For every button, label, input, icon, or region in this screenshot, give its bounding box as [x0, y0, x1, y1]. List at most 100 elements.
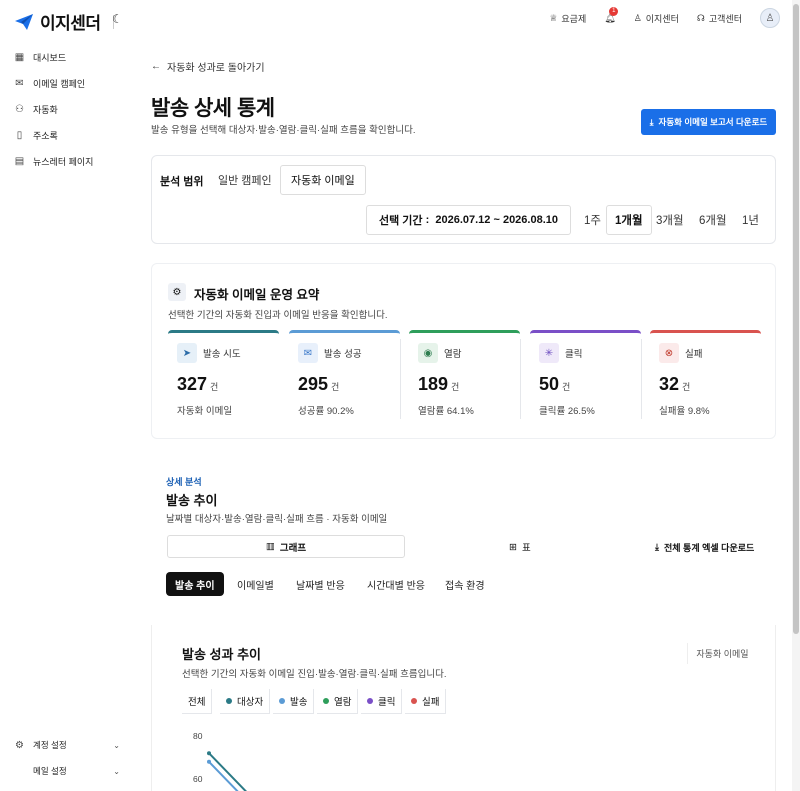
scope-label: 분석 범위 — [160, 176, 204, 188]
section-title: 발송 추이 — [166, 493, 218, 508]
metric-divider — [400, 339, 401, 419]
mail-icon: ✉ — [15, 78, 24, 89]
chip-send-trend[interactable]: 발송 추이 — [166, 572, 224, 596]
send-icon: ➤ — [177, 343, 197, 363]
metric-value: 295 — [298, 374, 329, 394]
support-link[interactable]: ☊ 고객센터 — [697, 12, 742, 25]
download-report-button[interactable]: ⤓ 자동화 이메일 보고서 다운로드 — [641, 109, 776, 135]
back-link[interactable]: ← 자동화 성과로 돌아가기 — [151, 59, 265, 74]
scope-card: 분석 범위 일반 캠페인 자동화 이메일 선택 기간 : 2026.07.12 … — [151, 155, 776, 244]
range-1year[interactable]: 1년 — [734, 205, 767, 235]
sidebar-item-automation[interactable]: ⚇ 자동화 — [14, 103, 58, 116]
chip-device[interactable]: 접속 환경 — [436, 572, 494, 596]
chip-by-date[interactable]: 날짜별 반응 — [287, 572, 354, 596]
range-1month[interactable]: 1개월 — [606, 205, 652, 235]
avatar[interactable]: ♙ — [760, 8, 780, 28]
metric-value: 327 — [177, 374, 208, 394]
click-icon: ✳ — [539, 343, 559, 363]
chip-by-hour[interactable]: 시간대별 반응 — [358, 572, 434, 596]
page-scrollbar[interactable] — [792, 0, 800, 791]
notification-button[interactable]: 🔔︎ 1 — [604, 6, 619, 24]
sidebar-item-email-campaign[interactable]: ✉ 이메일 캠페인 — [14, 77, 85, 90]
period-colon: : — [422, 214, 436, 226]
pricing-link[interactable]: ♕ 요금제 — [549, 12, 586, 25]
summary-subtitle: 선택한 기간의 자동화 진입과 이메일 반응을 확인합니다. — [168, 310, 388, 321]
logo[interactable]: 이지센더 — [14, 9, 114, 34]
metric-click: ✳ 클릭 50 건 클릭률 26.5% — [530, 330, 641, 440]
excel-download-label: 전체 통계 엑셀 다운로드 — [663, 543, 755, 553]
metric-divider — [520, 339, 521, 419]
range-3months[interactable]: 3개월 — [648, 205, 692, 235]
metric-open: ◉ 열람 189 건 열람률 64.1% — [409, 330, 520, 440]
summary-card: ⚙ 자동화 이메일 운영 요약 선택한 기간의 자동화 진입과 이메일 반응을 … — [151, 263, 776, 439]
metric-send-attempt: ➤ 발송 시도 327 건 자동화 이메일 — [168, 330, 279, 440]
ezcenter-link[interactable]: ♙ 이지센터 — [634, 12, 679, 25]
eye-icon: ◉ — [418, 343, 438, 363]
metric-fail: ⊗ 실패 32 건 실패율 9.8% — [650, 330, 761, 440]
period-label: 선택 기간 — [378, 215, 423, 227]
logo-text: 이지센더 — [40, 14, 101, 33]
metric-label: 실패 — [685, 349, 703, 360]
metric-note: 성공률 90.2% — [298, 406, 354, 417]
metric-label: 열람 — [444, 349, 462, 360]
crown-icon: ♕ — [549, 12, 558, 23]
section-label: 상세 분석 — [166, 477, 202, 487]
detail-section: 상세 분석 발송 추이 날짜별 대상자·발송·열람·클릭·실패 흐름 · 자동화… — [151, 462, 776, 602]
sidebar-item-address-book[interactable]: ▯ 주소록 — [14, 129, 58, 142]
metric-note: 클릭률 26.5% — [539, 406, 595, 417]
sidebar-item-label: 이메일 캠페인 — [33, 79, 86, 89]
sidebar-item-newsletter[interactable]: ▤ 뉴스레터 페이지 — [14, 155, 94, 168]
sidebar-account-settings[interactable]: ⚙ 계정 설정 ⌄ — [14, 739, 120, 751]
view-table-button[interactable]: ⊞ 표 — [509, 540, 531, 555]
user-icon: ♙ — [633, 12, 642, 23]
metric-note: 자동화 이메일 — [177, 406, 233, 417]
chip-by-email[interactable]: 이메일별 — [228, 572, 283, 596]
data-point-대상자 — [207, 751, 211, 756]
metric-label: 발송 시도 — [203, 349, 241, 360]
robot-icon: ⚙ — [168, 283, 186, 301]
newsletter-icon: ▤ — [14, 156, 25, 167]
sidebar-item-label: 주소록 — [33, 131, 58, 141]
dashboard-icon: ▦ — [14, 52, 25, 63]
period-selector[interactable]: 선택 기간 : 2026.07.12 ~ 2026.08.10 — [366, 205, 571, 235]
metric-unit: 건 — [331, 382, 340, 392]
metric-value: 50 — [539, 374, 560, 394]
mail-icon: ✉ — [298, 343, 318, 363]
fail-icon: ⊗ — [659, 343, 679, 363]
dark-mode-icon[interactable]: ☾ — [112, 12, 123, 26]
tab-general-campaign[interactable]: 일반 캠페인 — [208, 165, 282, 195]
scrollbar-thumb[interactable] — [793, 4, 799, 634]
gear-icon: ⚙ — [15, 739, 24, 751]
sidebar-item-dashboard[interactable]: ▦ 대시보드 — [14, 51, 66, 64]
automation-icon: ⚇ — [15, 104, 24, 115]
sidebar: ▦ 대시보드 ✉ 이메일 캠페인 ⚇ 자동화 ▯ 주소록 ▤ 뉴스레터 페이지 … — [0, 36, 140, 791]
metric-unit: 건 — [210, 382, 219, 392]
tab-automation-email[interactable]: 자동화 이메일 — [280, 165, 366, 195]
metric-note: 실패율 9.8% — [659, 406, 710, 417]
book-icon: ▯ — [16, 130, 23, 141]
paper-plane-logo-icon — [15, 13, 33, 30]
sidebar-item-label: 대시보드 — [33, 53, 67, 63]
metric-note: 열람률 64.1% — [418, 406, 474, 417]
metric-value: 189 — [418, 374, 449, 394]
sidebar-bottom-label: 계정 설정 — [33, 740, 67, 750]
metric-send-success: ✉ 발송 성공 295 건 성공률 90.2% — [289, 330, 400, 440]
view-graph-button[interactable]: ▥ 그래프 — [167, 535, 405, 558]
download-report-label: 자동화 이메일 보고서 다운로드 — [658, 117, 768, 127]
sidebar-mail-settings[interactable]: 메일 설정 ⌄ — [14, 765, 120, 777]
metric-divider — [641, 339, 642, 419]
metric-label: 발송 성공 — [324, 349, 362, 360]
period-value: 2026.07.12 ~ 2026.08.10 — [435, 214, 559, 226]
notification-badge: 1 — [609, 6, 619, 16]
trend-card: 발송 성과 추이 선택한 기간의 자동화 이메일 진입·발송·열람·클릭·실패 … — [151, 625, 776, 791]
view-graph-label: 그래프 — [279, 542, 307, 554]
mail-settings-icon — [14, 766, 25, 777]
excel-download-button[interactable]: ⤓ 전체 통계 엑셀 다운로드 — [655, 541, 754, 554]
headset-icon: ☊ — [696, 12, 705, 23]
range-1week[interactable]: 1주 — [576, 205, 609, 235]
metric-unit: 건 — [682, 382, 691, 392]
top-header: 이지센더 ☾ ♕ 요금제 🔔︎ 1 ♙ 이지센터 ☊ 고객센터 ♙ — [0, 0, 800, 36]
range-6months[interactable]: 6개월 — [691, 205, 735, 235]
chevron-down-icon: ⌄ — [113, 740, 120, 750]
metric-label: 클릭 — [565, 349, 583, 360]
